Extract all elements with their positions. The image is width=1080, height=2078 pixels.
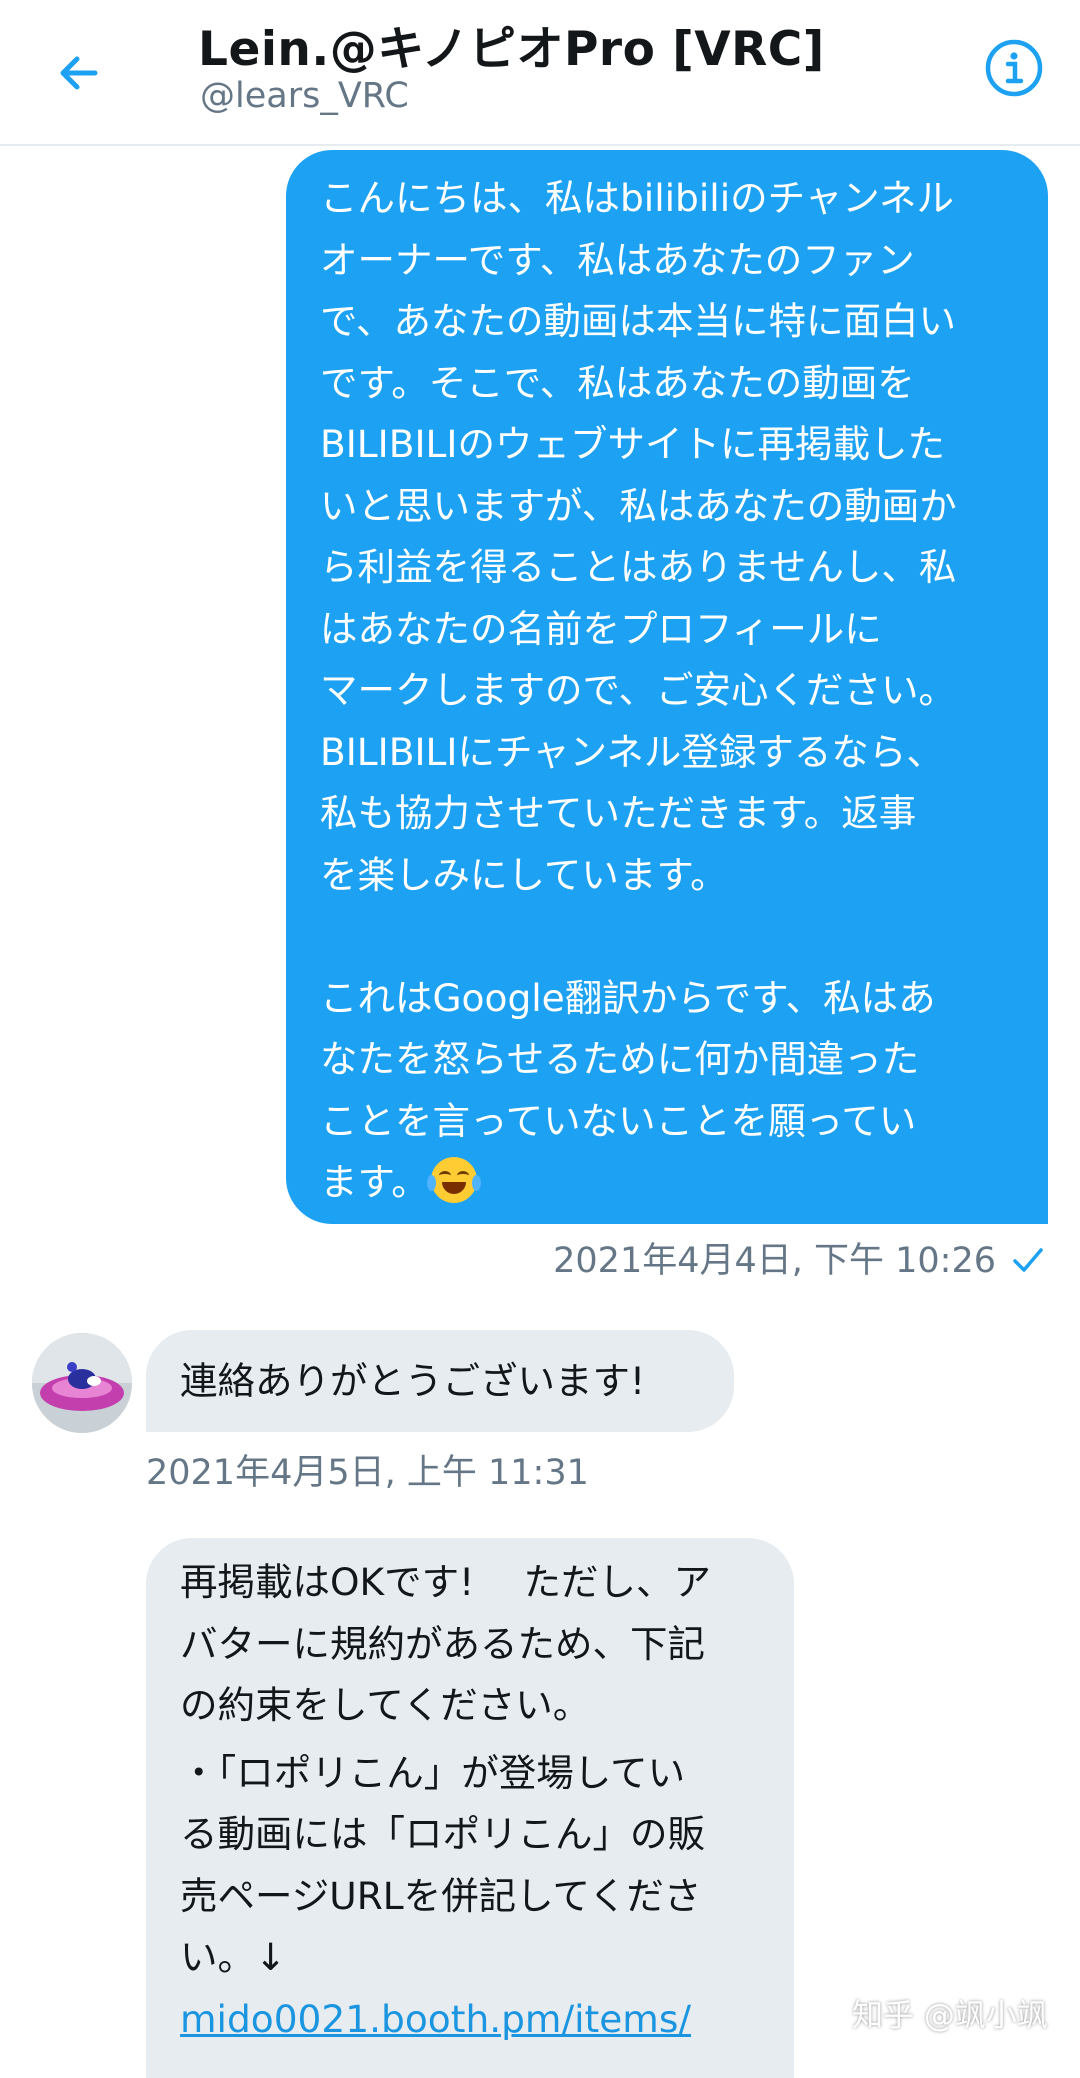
message-line: これはGoogle翻訳からです、私はあ [320, 975, 936, 1020]
incoming-message-bubble[interactable]: 連絡ありがとうございます! [146, 1330, 734, 1432]
message-line: ・「ロポリこん」が登場してい [180, 1750, 686, 1795]
back-button[interactable] [44, 38, 114, 108]
avatar-image [32, 1333, 132, 1433]
message-line: バターに規約があるため、下記 [180, 1621, 705, 1666]
message-line: い。↓ [180, 1935, 287, 1979]
message-line: で、あなたの動画は本当に特に面白い [320, 299, 956, 343]
user-handle: @lears_VRC [200, 76, 409, 116]
arrow-left-icon [60, 56, 98, 90]
outgoing-message-bubble[interactable]: こんにちは、私はbilibiliのチャンネル オーナーです、私はあなたのファン … [286, 150, 1048, 1224]
message-line: を楽しみにしています。 [320, 852, 728, 897]
message-line: る動画には「ロポリこん」の販 [180, 1812, 705, 1856]
message-line: BILIBILIのウェブサイトに再掲載した [320, 422, 945, 466]
message-text: ます。 [320, 1160, 429, 1204]
incoming-message-bubble[interactable]: 再掲載はOKです! ただし、ア バターに規約があるため、下記 の約束をしてくださ… [146, 1538, 794, 2078]
outgoing-timestamp: 2021年4月4日, 下午 10:26 [553, 1241, 996, 1281]
message-line: 再掲載はOKです! ただし、ア [180, 1560, 712, 1604]
booth-link[interactable]: mido0021.booth.pm/items/ [180, 1997, 691, 2041]
message-line-last: ます。 [320, 1152, 1020, 1214]
info-icon [985, 39, 1043, 97]
tears-of-joy-icon [426, 1157, 481, 1203]
message-line: ことを言っていないことを願ってい [320, 1098, 917, 1143]
message-line: です。そこで、私はあなたの動画を [320, 360, 915, 405]
conversation-title: Lein.@キノピオPro [VRC] [198, 22, 825, 77]
message-line: オーナーです、私はあなたのファン [320, 237, 915, 282]
message-line: こんにちは、私はbilibiliのチャンネル [320, 176, 954, 220]
message-line: ら利益を得ることはありませんし、私 [320, 545, 957, 589]
message-line: はあなたの名前をプロフィールに [320, 606, 882, 651]
info-button[interactable] [982, 36, 1046, 100]
message-line: マークしますので、ご安心ください。 [320, 668, 956, 712]
avatar[interactable] [32, 1333, 132, 1433]
message-line: 売ページURLを併記してくださ [180, 1873, 702, 1918]
message-line: いと思いますが、私はあなたの動画か [320, 483, 957, 528]
message-line: なたを怒らせるために何か間違った [320, 1037, 920, 1081]
message-line: BILIBILIにチャンネル登録するなら、 [320, 729, 944, 774]
message-line: の約束をしてください。 [180, 1683, 591, 1727]
incoming-timestamp: 2021年4月5日, 上午 11:31 [146, 1453, 589, 1493]
message-link-line: mido0021.booth.pm/items/ [180, 1989, 774, 2051]
sent-check-icon [1013, 1248, 1043, 1272]
conversation-header: Lein.@キノピオPro [VRC] @lears_VRC [0, 0, 1080, 146]
watermark: 知乎 @飒小飒 [852, 1998, 1048, 2034]
message-line: 私も協力させていただきます。返事 [320, 791, 917, 835]
